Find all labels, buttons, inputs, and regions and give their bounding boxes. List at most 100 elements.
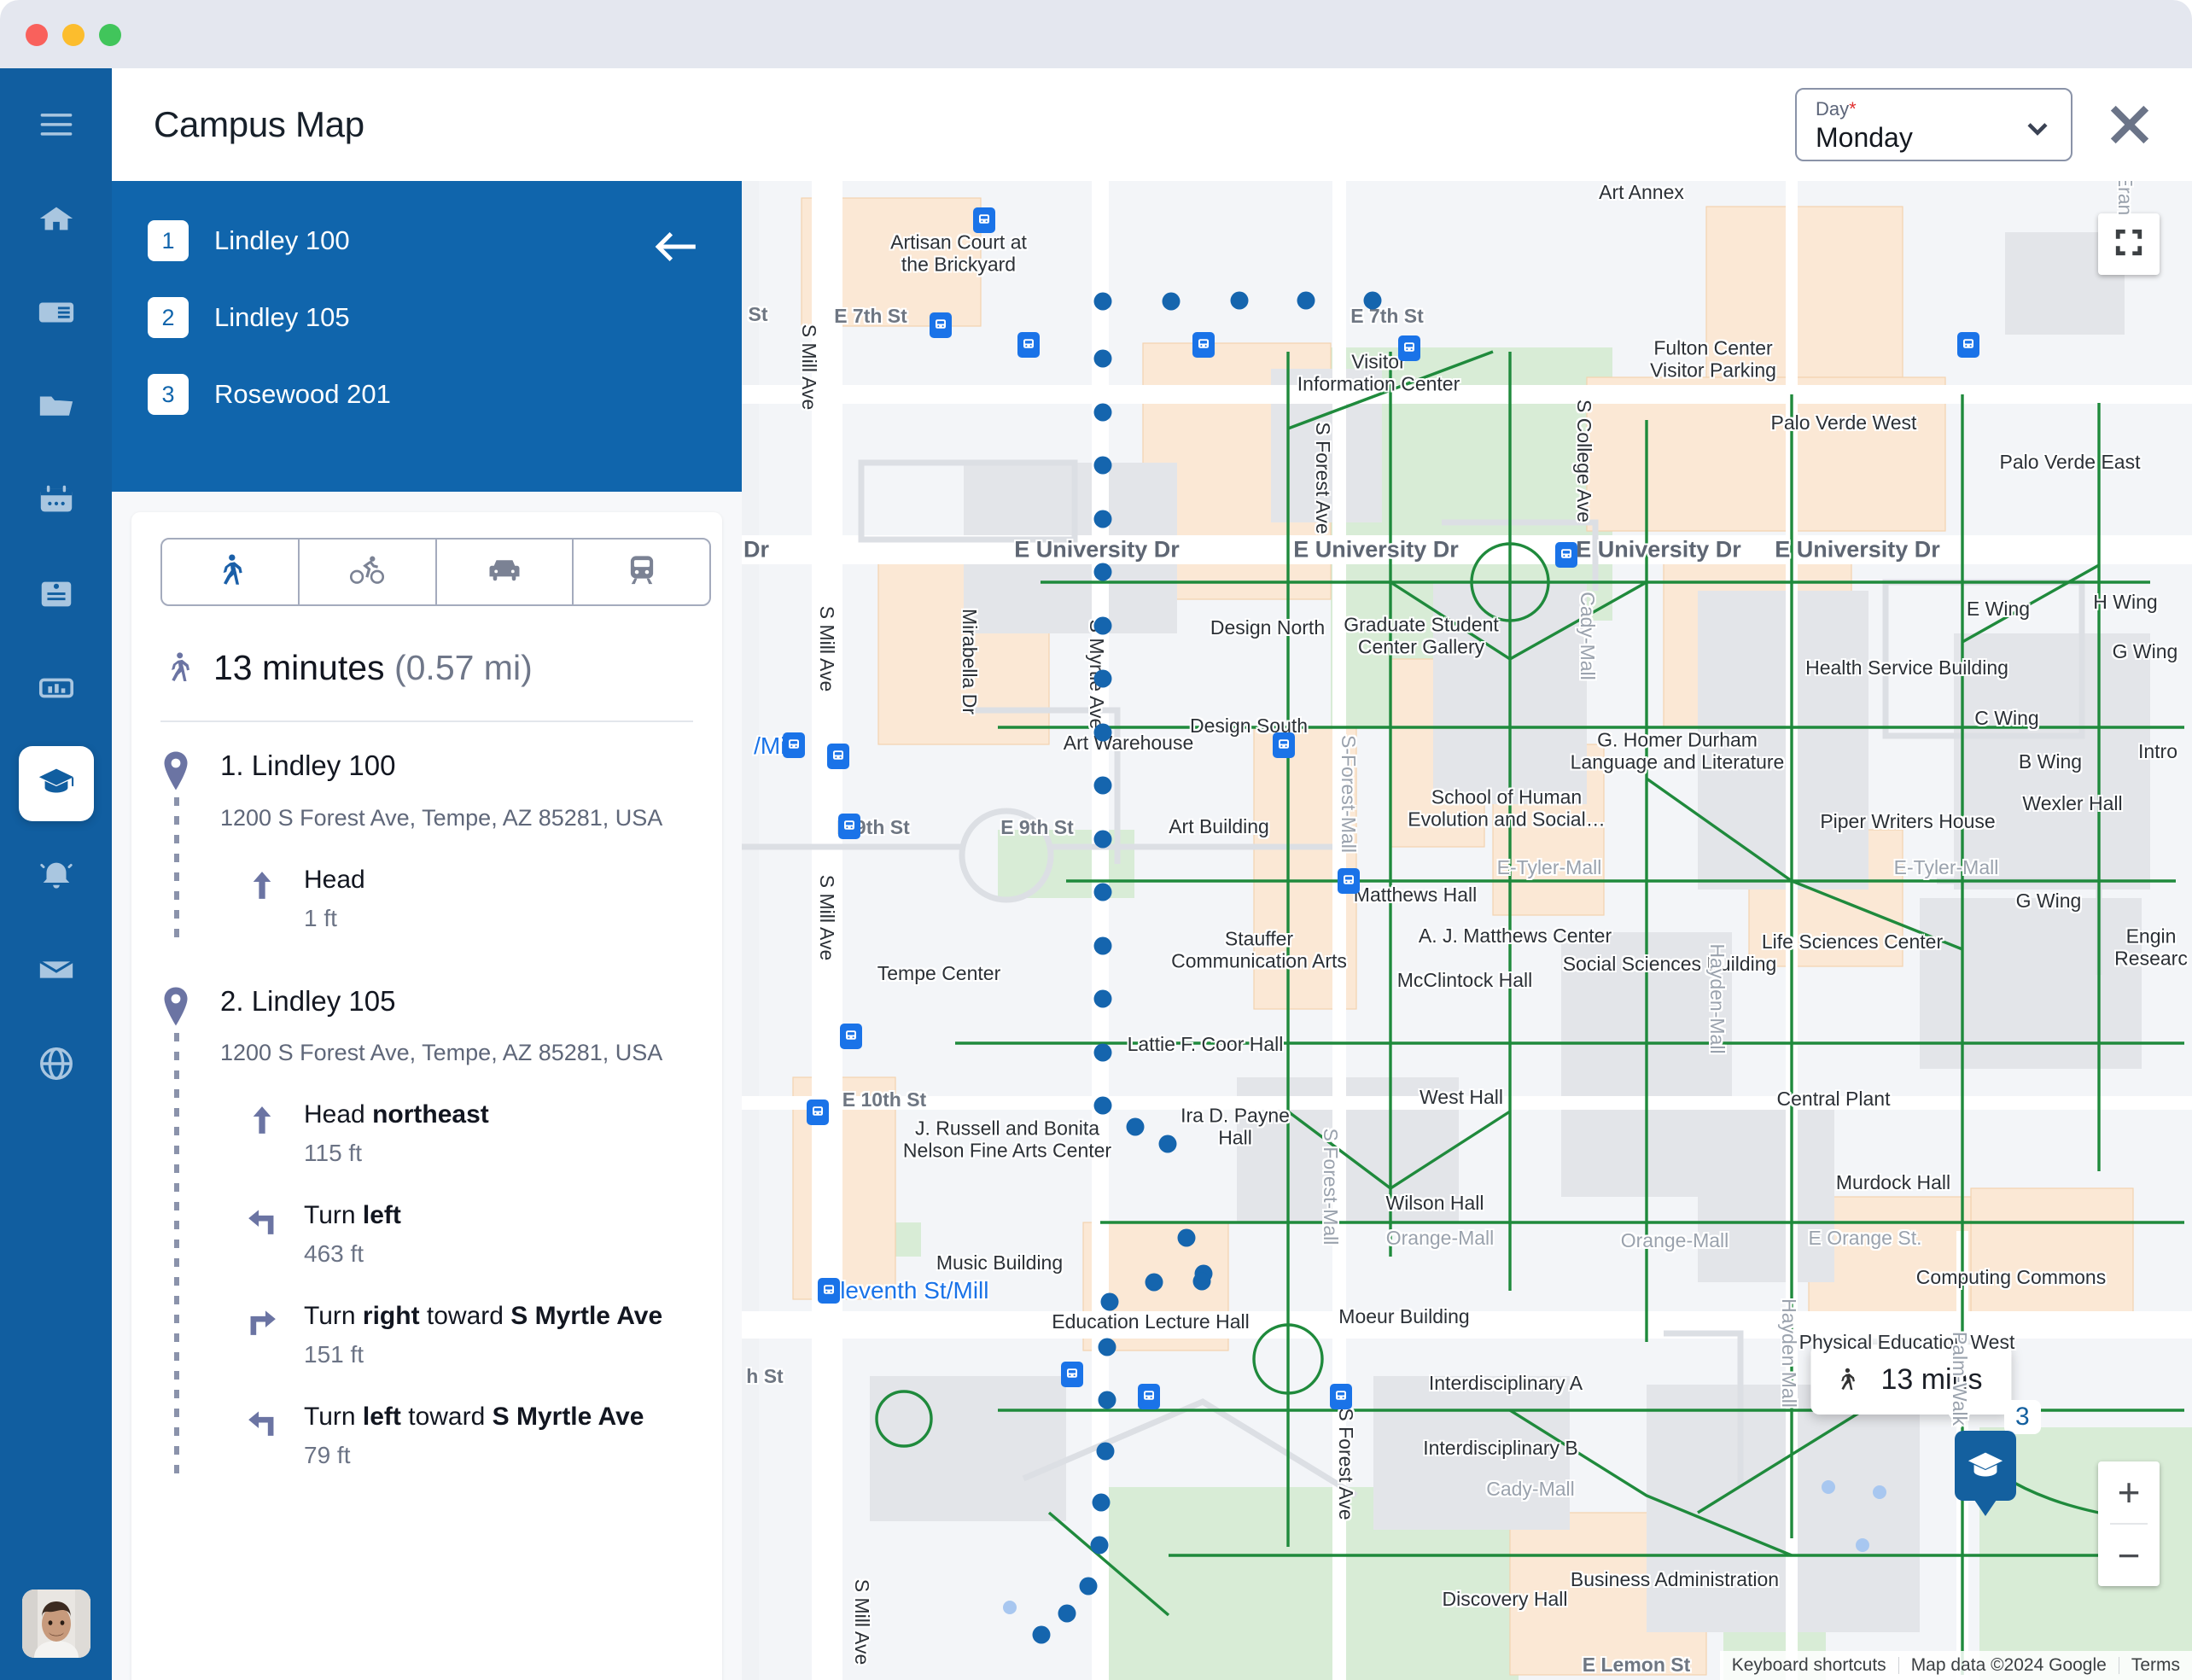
route-waypoint-dot bbox=[1093, 723, 1112, 742]
map-canvas[interactable]: + − Keyboard shortcuts Map data ©2024 Go… bbox=[742, 181, 2192, 1680]
bus-stop-icon[interactable] bbox=[1555, 542, 1577, 568]
day-select-value: Monday bbox=[1816, 122, 1913, 153]
menu-toggle-button[interactable] bbox=[19, 89, 94, 164]
sidebar-item-calendar[interactable] bbox=[19, 464, 94, 540]
bus-stop-icon[interactable] bbox=[827, 744, 849, 769]
list-item[interactable]: 3 Rosewood 201 bbox=[112, 374, 742, 415]
page-title: Campus Map bbox=[154, 104, 364, 144]
day-select[interactable]: Day* Monday bbox=[1795, 88, 2072, 161]
zoom-out-button[interactable]: − bbox=[2098, 1525, 2160, 1586]
route-waypoint-dot bbox=[1230, 291, 1249, 310]
tab-bike[interactable] bbox=[300, 540, 437, 604]
map-marker[interactable]: 3 bbox=[1955, 1400, 2041, 1501]
map-attribution: Keyboard shortcuts Map data ©2024 Google… bbox=[1719, 1651, 2192, 1680]
fullscreen-button[interactable] bbox=[2098, 213, 2160, 275]
route-waypoint-dot bbox=[1177, 1228, 1196, 1247]
direction-step[interactable]: Head 1 ft bbox=[220, 866, 693, 932]
maximize-window-button[interactable] bbox=[99, 24, 121, 46]
fullscreen-icon bbox=[2114, 228, 2143, 261]
bus-stop-icon[interactable] bbox=[930, 312, 952, 338]
sidebar-item-campus[interactable] bbox=[18, 746, 94, 821]
avatar[interactable] bbox=[21, 1590, 90, 1658]
route-waypoint-dot bbox=[1093, 456, 1112, 475]
graduation-cap-icon bbox=[1955, 1431, 2016, 1501]
chart-icon bbox=[37, 668, 76, 712]
arrow-left-icon[interactable] bbox=[655, 230, 697, 263]
leg-title: 2. Lindley 105 bbox=[220, 984, 396, 1017]
chevron-down-icon[interactable] bbox=[2023, 114, 2052, 143]
step-instruction: Head northeast bbox=[304, 1100, 489, 1129]
bus-stop-icon[interactable] bbox=[1138, 1384, 1160, 1409]
bus-stop-icon[interactable] bbox=[783, 732, 805, 758]
list-item[interactable]: 1 Lindley 100 bbox=[112, 220, 742, 261]
poi-dot bbox=[1873, 1485, 1886, 1499]
bus-stop-icon[interactable] bbox=[838, 814, 860, 839]
leg-address: 1200 S Forest Ave, Tempe, AZ 85281, USA bbox=[220, 804, 663, 831]
bell-icon bbox=[37, 856, 76, 900]
sidebar-item-home[interactable] bbox=[19, 183, 94, 258]
zoom-controls: + − bbox=[2098, 1461, 2160, 1586]
tab-walk[interactable] bbox=[162, 540, 300, 604]
route-waypoint-dot bbox=[1100, 1292, 1119, 1311]
graduation-cap-icon bbox=[37, 762, 76, 806]
close-button[interactable] bbox=[2102, 96, 2158, 153]
bus-stop-icon[interactable] bbox=[1273, 732, 1295, 758]
direction-step[interactable]: Turn right toward S Myrtle Ave 151 ft bbox=[220, 1302, 693, 1368]
bus-stop-icon[interactable] bbox=[1398, 335, 1420, 361]
route-waypoint-dot bbox=[1093, 883, 1112, 901]
leg-address: 1200 S Forest Ave, Tempe, AZ 85281, USA bbox=[220, 1040, 663, 1066]
route-waypoint-dot bbox=[1093, 563, 1112, 581]
direction-step[interactable]: Turn left toward S Myrtle Ave 79 ft bbox=[220, 1403, 693, 1469]
stop-number: 3 bbox=[148, 374, 189, 415]
route-waypoint-dot bbox=[1093, 989, 1112, 1008]
sidebar-item-files[interactable] bbox=[19, 370, 94, 446]
terms-link[interactable]: Terms bbox=[2119, 1655, 2192, 1676]
bus-stop-icon[interactable] bbox=[1192, 332, 1215, 358]
zoom-in-button[interactable]: + bbox=[2098, 1461, 2160, 1523]
transit-icon bbox=[624, 552, 660, 592]
bicycle-icon bbox=[349, 552, 385, 592]
bus-stop-icon[interactable] bbox=[1017, 332, 1040, 358]
route-waypoint-dot bbox=[1093, 349, 1112, 368]
close-window-button[interactable] bbox=[26, 24, 48, 46]
calendar-icon bbox=[37, 481, 76, 524]
route-waypoint-dot bbox=[1079, 1577, 1098, 1595]
route-waypoint-dot bbox=[1093, 936, 1112, 955]
travel-mode-tabs bbox=[160, 538, 711, 606]
sidebar-item-notifications[interactable] bbox=[19, 840, 94, 915]
leg-connector bbox=[174, 797, 179, 941]
minimize-window-button[interactable] bbox=[62, 24, 85, 46]
stop-list: 1 Lindley 100 2 Lindley 105 3 Rosewood 2… bbox=[112, 181, 742, 492]
bus-stop-icon[interactable] bbox=[1957, 332, 1979, 358]
marker-badge: 3 bbox=[2004, 1400, 2041, 1434]
route-leg: 2. Lindley 105 1200 S Forest Ave, Tempe,… bbox=[160, 984, 693, 1479]
leg-connector bbox=[174, 1032, 179, 1479]
bus-stop-icon[interactable] bbox=[840, 1024, 862, 1049]
bus-stop-icon[interactable] bbox=[1338, 868, 1360, 894]
globe-icon bbox=[37, 1044, 76, 1088]
step-distance: 115 ft bbox=[304, 1140, 362, 1167]
sidebar-item-news[interactable] bbox=[19, 277, 94, 352]
tab-drive[interactable] bbox=[437, 540, 574, 604]
poi-dot bbox=[1856, 1538, 1869, 1552]
route-waypoint-dot bbox=[1093, 1043, 1112, 1062]
bus-stop-icon[interactable] bbox=[818, 1278, 840, 1304]
list-item[interactable]: 2 Lindley 105 bbox=[112, 297, 742, 338]
bus-stop-icon[interactable] bbox=[807, 1100, 829, 1125]
walking-icon bbox=[212, 552, 248, 592]
bus-stop-icon[interactable] bbox=[973, 207, 995, 233]
sidebar-item-web[interactable] bbox=[19, 1028, 94, 1103]
sidebar-item-mail[interactable] bbox=[19, 934, 94, 1009]
step-distance: 151 ft bbox=[304, 1341, 364, 1368]
step-distance: 1 ft bbox=[304, 904, 337, 931]
stop-number: 1 bbox=[148, 220, 189, 261]
stop-name: Lindley 105 bbox=[214, 302, 350, 332]
direction-step[interactable]: Head northeast 115 ft bbox=[220, 1100, 693, 1167]
direction-step[interactable]: Turn left 463 ft bbox=[220, 1201, 693, 1268]
sidebar-item-tasks[interactable] bbox=[19, 558, 94, 633]
bus-stop-icon[interactable] bbox=[1330, 1384, 1352, 1409]
tab-transit[interactable] bbox=[574, 540, 709, 604]
bus-stop-icon[interactable] bbox=[1061, 1362, 1083, 1387]
keyboard-shortcuts-link[interactable]: Keyboard shortcuts bbox=[1720, 1655, 1898, 1676]
sidebar-item-reports[interactable] bbox=[19, 652, 94, 727]
